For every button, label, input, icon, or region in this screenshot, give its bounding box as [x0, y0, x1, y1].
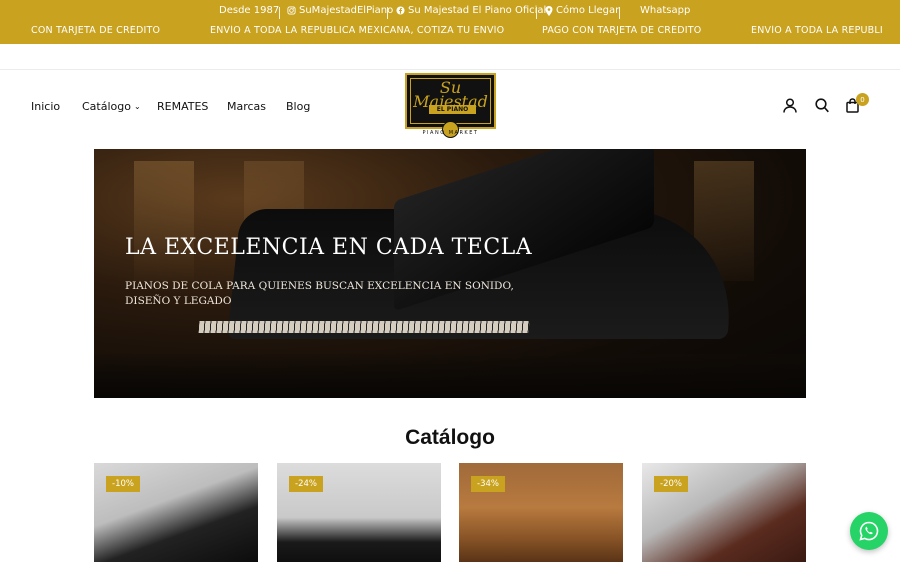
discount-badge: -24%	[289, 476, 323, 492]
hero-piano-keys	[198, 321, 530, 333]
product-card[interactable]: -20%	[642, 463, 806, 562]
divider	[279, 7, 280, 19]
marquee-text: PAGO CON TARJETA DE CRÉDITO	[542, 25, 702, 36]
nav-marcas[interactable]: Marcas	[227, 100, 266, 113]
site-logo[interactable]: Su Majestad EL PIANO PIANO MARKET	[405, 73, 496, 139]
product-card[interactable]: -34%	[459, 463, 623, 562]
hero-title: LA EXCELENCIA EN CADA TECLA	[125, 235, 533, 260]
instagram-label: SuMajestadElPiano	[299, 5, 394, 16]
marquee-text: ENVÍO A TODA LA REPUBLICA MÉXICANA, COTI…	[210, 25, 505, 36]
cart-count-badge: 0	[856, 93, 869, 106]
search-icon[interactable]	[815, 98, 829, 113]
discount-badge: -34%	[471, 476, 505, 492]
facebook-link[interactable]: Su Majestad El Piano Oficial	[396, 5, 546, 16]
facebook-icon	[396, 6, 405, 15]
whatsapp-chat-button[interactable]	[850, 512, 888, 550]
nav-catalogo-label: Catálogo	[82, 100, 131, 113]
divider	[536, 7, 537, 19]
divider	[387, 7, 388, 19]
hero-banner[interactable]: LA EXCELENCIA EN CADA TECLA PIANOS DE CO…	[94, 149, 806, 398]
hero-subtitle: PIANOS DE COLA PARA QUIENES BUSCAN EXCEL…	[125, 280, 514, 307]
facebook-label: Su Majestad El Piano Oficial	[408, 5, 547, 16]
chevron-down-icon: ⌄	[133, 102, 141, 111]
marquee-text: CON TARJETA DE CRÉDITO	[31, 25, 161, 36]
logo-market: PIANO MARKET	[422, 130, 479, 136]
whatsapp-link[interactable]: Whatsapp	[640, 5, 690, 16]
top-links: Desde 1987 SuMajestadElPiano Su Majestad…	[0, 5, 900, 21]
user-icon[interactable]	[783, 98, 797, 113]
hero-window	[134, 161, 194, 281]
logo-el-piano: EL PIANO	[429, 105, 476, 114]
whatsapp-icon	[859, 521, 879, 541]
directions-label: Cómo Llegar	[556, 5, 620, 16]
map-pin-icon	[545, 5, 553, 16]
nav-inicio[interactable]: Inicio	[31, 100, 60, 113]
product-card[interactable]: -10%	[94, 463, 258, 562]
catalog-heading: Catálogo	[405, 426, 495, 449]
since-label: Desde 1987	[219, 5, 280, 16]
marquee-text: ENVÍO A TODA LA REPUBLI	[751, 25, 883, 36]
nav-blog[interactable]: Blog	[286, 100, 310, 113]
instagram-link[interactable]: SuMajestadElPiano	[287, 5, 393, 16]
product-card[interactable]: -24%	[277, 463, 441, 562]
instagram-icon	[287, 6, 296, 15]
directions-link[interactable]: Cómo Llegar	[545, 5, 619, 16]
promo-marquee: CON TARJETA DE CRÉDITO ENVÍO A TODA LA R…	[0, 25, 900, 39]
discount-badge: -10%	[106, 476, 140, 492]
main-header: Inicio Catálogo ⌄ REMATES Marcas Blog Su…	[0, 70, 900, 142]
announcement-bar: Desde 1987 SuMajestadElPiano Su Majestad…	[0, 0, 900, 44]
nav-remates[interactable]: REMATES	[157, 100, 208, 113]
discount-badge: -20%	[654, 476, 688, 492]
nav-catalogo[interactable]: Catálogo ⌄	[82, 100, 141, 113]
hero-floor	[94, 354, 806, 398]
divider	[619, 7, 620, 19]
